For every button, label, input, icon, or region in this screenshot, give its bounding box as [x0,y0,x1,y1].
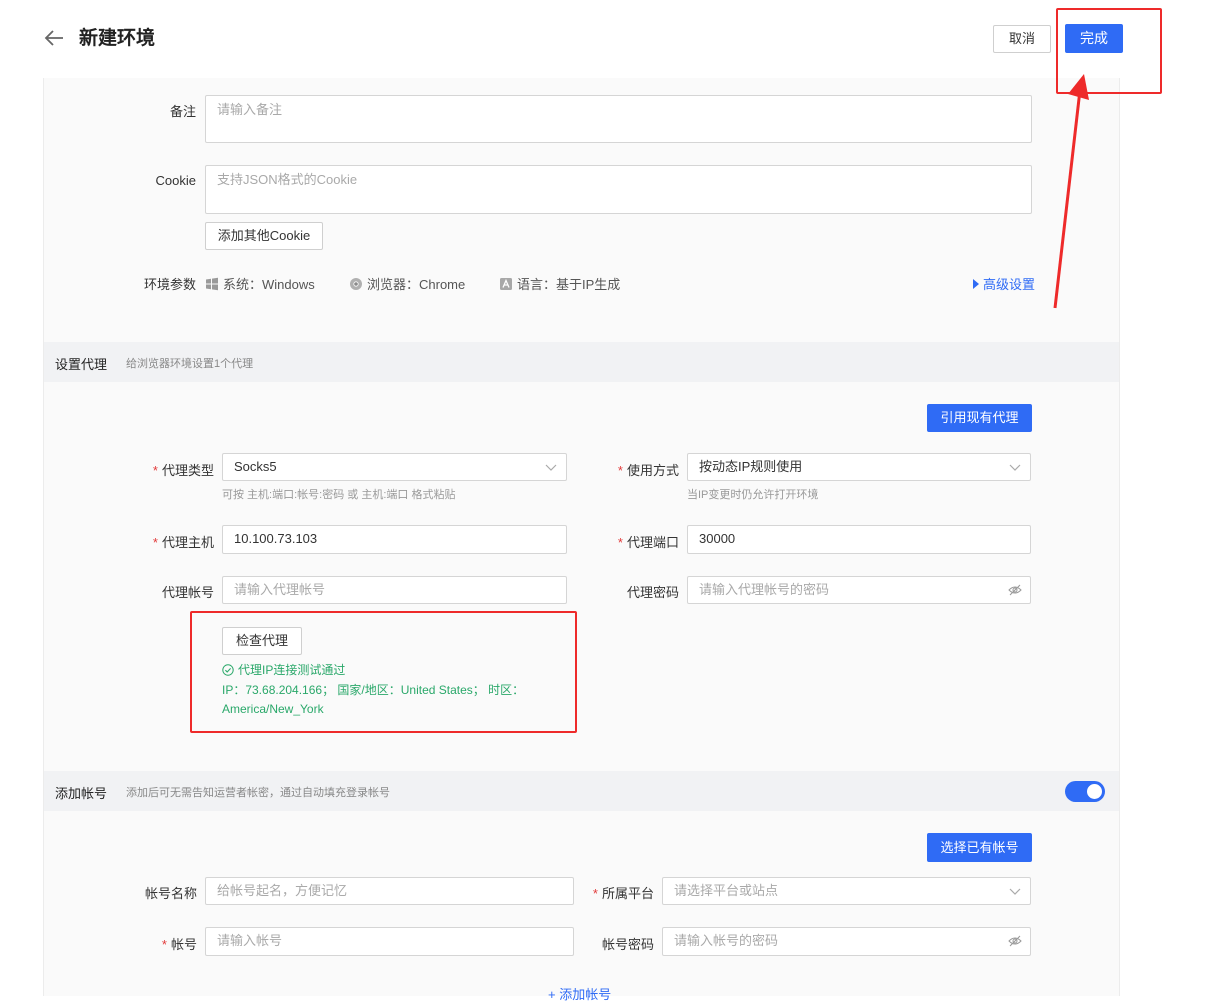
proxy-type-label: * 代理类型 [152,463,214,478]
page-title: 新建环境 [79,28,156,49]
platform-placeholder: 请选择平台或站点 [674,883,779,898]
chevron-down-icon [1009,464,1021,471]
proxy-section-header: 设置代理 给浏览器环境设置1个代理 [44,342,1119,382]
proxy-port-label: * 代理端口 [617,535,679,550]
platform-select[interactable]: 请选择平台或站点 [662,877,1031,905]
proxy-password-label: 代理密码 [626,585,679,600]
env-system-text: 系统：Windows [223,277,315,292]
proxy-password-placeholder: 请输入代理帐号的密码 [699,582,830,597]
account-section-header: 添加帐号 添加后可无需告知运营者帐密，通过自动填充登录帐号 [44,771,1119,811]
toggle-knob [1087,784,1102,799]
remark-placeholder: 请输入备注 [217,102,283,117]
account-placeholder: 请输入帐号 [217,933,283,948]
account-name-input[interactable]: 给帐号起名，方便记忆 [205,877,574,905]
env-browser: 浏览器：Chrome [349,274,465,293]
add-account-toggle[interactable] [1065,781,1105,802]
env-params-label: 环境参数 [143,277,196,292]
env-language: 语言：基于IP生成 [499,274,620,293]
use-existing-proxy-button[interactable]: 引用现有代理 [927,404,1032,432]
proxy-account-input[interactable]: 请输入代理帐号 [222,576,567,604]
eye-off-icon[interactable] [1008,583,1022,597]
account-password-input[interactable]: 请输入帐号的密码 [662,927,1031,956]
platform-label: * 所属平台 [592,886,654,901]
proxy-section-desc: 给浏览器环境设置1个代理 [126,358,254,370]
windows-icon [206,277,218,290]
add-cookie-button[interactable]: 添加其他Cookie [205,222,323,250]
proxy-account-label: 代理帐号 [161,585,214,600]
highlight-box-check-proxy [190,611,577,733]
usage-value: 按动态IP规则使用 [699,459,803,474]
env-browser-text: 浏览器：Chrome [367,277,466,292]
proxy-type-hint: 可按 主机:端口:帐号:密码 或 主机:端口 格式粘贴 [222,489,456,501]
proxy-port-input[interactable]: 30000 [687,525,1031,554]
cancel-button[interactable]: 取消 [993,25,1051,53]
proxy-host-value: 10.100.73.103 [234,531,318,546]
cookie-label: Cookie [155,173,196,188]
account-input[interactable]: 请输入帐号 [205,927,574,956]
advanced-settings-label: 高级设置 [983,277,1036,292]
proxy-port-value: 30000 [699,531,736,546]
proxy-password-input[interactable]: 请输入代理帐号的密码 [687,576,1031,604]
proxy-account-placeholder: 请输入代理帐号 [234,582,326,597]
remark-textarea[interactable]: 请输入备注 [205,95,1032,143]
usage-select[interactable]: 按动态IP规则使用 [687,453,1031,481]
chrome-icon [350,277,362,290]
language-icon [500,277,512,290]
chevron-down-icon [1009,888,1021,895]
cookie-textarea[interactable]: 支持JSON格式的Cookie [205,165,1032,214]
eye-off-icon[interactable] [1008,934,1022,948]
proxy-section-title: 设置代理 [55,357,108,372]
env-system: 系统：Windows [205,274,315,293]
cookie-placeholder: 支持JSON格式的Cookie [217,172,358,187]
advanced-settings-link[interactable]: 高级设置 [972,274,1035,293]
account-name-placeholder: 给帐号起名，方便记忆 [217,883,348,898]
account-password-placeholder: 请输入帐号的密码 [674,933,779,948]
account-section-title: 添加帐号 [55,786,108,801]
back-arrow-icon[interactable] [42,26,66,50]
remark-label: 备注 [169,104,196,119]
account-section-desc: 添加后可无需告知运营者帐密，通过自动填充登录帐号 [126,787,390,799]
env-language-text: 语言：基于IP生成 [517,277,621,292]
account-name-label: 帐号名称 [144,886,197,901]
proxy-host-input[interactable]: 10.100.73.103 [222,525,567,554]
usage-label: * 使用方式 [617,463,679,478]
proxy-type-value: Socks5 [234,459,277,474]
proxy-host-label: * 代理主机 [152,535,214,550]
caret-right-icon [973,278,979,289]
usage-hint: 当IP变更时仍允许打开环境 [687,489,819,501]
chevron-down-icon [545,464,557,471]
select-existing-account-button[interactable]: 选择已有帐号 [927,833,1032,862]
annotation-arrow-icon [1053,74,1089,309]
add-account-link[interactable]: + 添加帐号 [548,984,611,1003]
proxy-type-select[interactable]: Socks5 [222,453,567,481]
account-label: * 帐号 [161,937,197,952]
account-password-label: 帐号密码 [601,937,654,952]
